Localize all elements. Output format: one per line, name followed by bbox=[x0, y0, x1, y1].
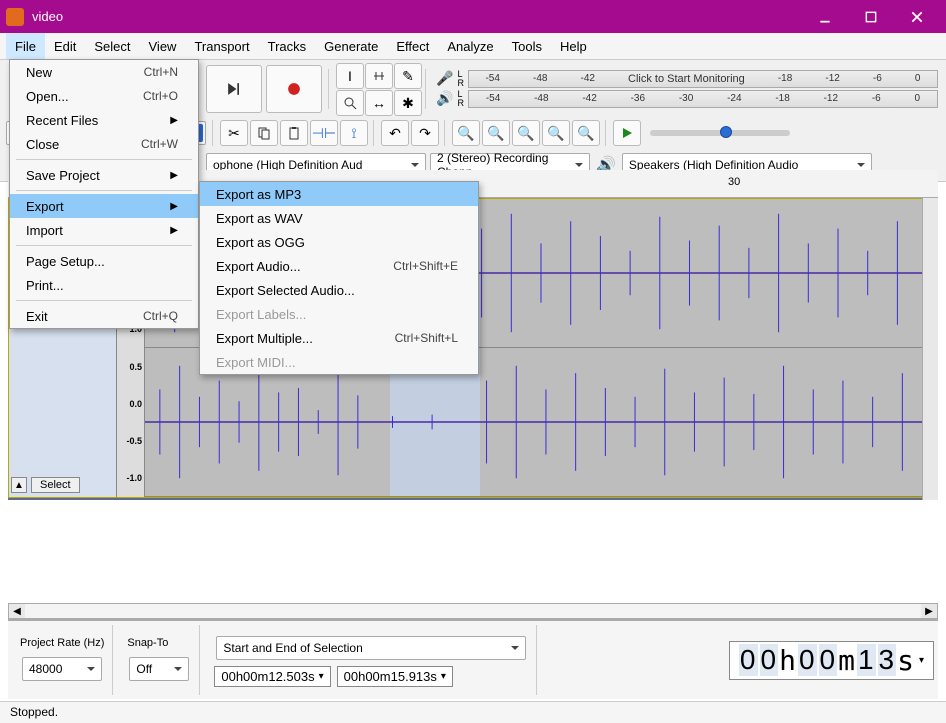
app-icon bbox=[6, 8, 24, 26]
draw-tool-icon[interactable]: ✎ bbox=[394, 63, 422, 89]
export-submenu-panel: Export as MP3Export as WAVExport as OGGE… bbox=[199, 181, 479, 375]
menu-item-open-[interactable]: Open...Ctrl+O bbox=[10, 84, 198, 108]
menu-file[interactable]: File bbox=[6, 33, 45, 59]
record-button[interactable] bbox=[266, 65, 322, 113]
window-title: video bbox=[32, 9, 802, 24]
menu-item-close[interactable]: CloseCtrl+W bbox=[10, 132, 198, 156]
skip-end-button[interactable] bbox=[206, 65, 262, 113]
trim-icon[interactable]: ⊣⊢ bbox=[310, 120, 338, 146]
menu-select[interactable]: Select bbox=[85, 33, 139, 59]
audio-position-display[interactable]: 00 h 00 m 13 s▾ bbox=[729, 641, 934, 680]
timeshift-tool-icon[interactable]: ↔ bbox=[365, 90, 393, 116]
meter-hint[interactable]: Click to Start Monitoring bbox=[628, 73, 745, 85]
horizontal-scrollbar[interactable]: ◀ ▶ bbox=[8, 603, 938, 619]
scroll-right-icon[interactable]: ▶ bbox=[921, 604, 937, 618]
multi-tool-icon[interactable]: ✱ bbox=[394, 90, 422, 116]
menu-analyze[interactable]: Analyze bbox=[438, 33, 502, 59]
menu-item-print-[interactable]: Print... bbox=[10, 273, 198, 297]
meter-lr-label-2: LR bbox=[457, 90, 464, 108]
chevron-down-icon[interactable]: ▾ bbox=[319, 671, 324, 682]
zoom-toggle-icon[interactable]: 🔍 bbox=[572, 120, 600, 146]
menu-view[interactable]: View bbox=[140, 33, 186, 59]
zoom-tool-icon[interactable] bbox=[336, 90, 364, 116]
selection-toolbar: Project Rate (Hz) 48000 Snap-To Off Star… bbox=[8, 619, 938, 699]
menu-item-export-labels-: Export Labels... bbox=[200, 302, 478, 326]
menu-item-exit[interactable]: ExitCtrl+Q bbox=[10, 304, 198, 328]
undo-icon[interactable]: ↶ bbox=[381, 120, 409, 146]
meter-lr-label: LR bbox=[457, 70, 464, 88]
menu-item-export-midi-: Export MIDI... bbox=[200, 350, 478, 374]
chevron-right-icon: ▶ bbox=[170, 225, 178, 236]
status-bar: Stopped. bbox=[0, 701, 946, 723]
silence-icon[interactable]: ⟟ bbox=[340, 120, 368, 146]
chevron-right-icon: ▶ bbox=[170, 170, 178, 181]
selection-mode-dropdown[interactable]: Start and End of Selection bbox=[216, 636, 526, 660]
menu-tools[interactable]: Tools bbox=[503, 33, 551, 59]
paste-icon[interactable] bbox=[280, 120, 308, 146]
selection-tool-icon[interactable]: I bbox=[336, 63, 364, 89]
speaker-icon: 🔊 bbox=[436, 90, 453, 107]
menu-item-export-as-wav[interactable]: Export as WAV bbox=[200, 206, 478, 230]
close-button[interactable] bbox=[894, 0, 940, 33]
track-select-button[interactable]: Select bbox=[31, 477, 80, 493]
menu-item-export-selected-audio-[interactable]: Export Selected Audio... bbox=[200, 278, 478, 302]
chevron-down-icon[interactable]: ▾ bbox=[919, 655, 925, 666]
menu-item-export-audio-[interactable]: Export Audio...Ctrl+Shift+E bbox=[200, 254, 478, 278]
envelope-tool-icon[interactable] bbox=[365, 63, 393, 89]
minimize-button[interactable] bbox=[802, 0, 848, 33]
menu-item-export-as-ogg[interactable]: Export as OGG bbox=[200, 230, 478, 254]
zoom-in-icon[interactable]: 🔍 bbox=[452, 120, 480, 146]
chevron-down-icon[interactable]: ▾ bbox=[441, 671, 446, 682]
zoom-fit-icon[interactable]: 🔍 bbox=[542, 120, 570, 146]
snap-to-label: Snap-To bbox=[127, 637, 191, 649]
recording-meter[interactable]: -54-48-42 Click to Start Monitoring -18-… bbox=[468, 70, 938, 88]
snap-to-dropdown[interactable]: Off bbox=[129, 657, 189, 681]
redo-icon[interactable]: ↷ bbox=[411, 120, 439, 146]
menu-item-new[interactable]: NewCtrl+N bbox=[10, 60, 198, 84]
menu-effect[interactable]: Effect bbox=[387, 33, 438, 59]
menu-generate[interactable]: Generate bbox=[315, 33, 387, 59]
menu-tracks[interactable]: Tracks bbox=[259, 33, 316, 59]
play-at-speed-icon[interactable] bbox=[613, 120, 641, 146]
zoom-out-icon[interactable]: 🔍 bbox=[482, 120, 510, 146]
playback-meter[interactable]: -54-48-42-36-30-24-18-12-60 bbox=[468, 90, 938, 108]
zoom-sel-icon[interactable]: 🔍 bbox=[512, 120, 540, 146]
menu-help[interactable]: Help bbox=[551, 33, 596, 59]
menu-edit[interactable]: Edit bbox=[45, 33, 85, 59]
menu-item-save-project[interactable]: Save Project▶ bbox=[10, 163, 198, 187]
selection-end-input[interactable]: 00h00m15.913s▾ bbox=[337, 666, 453, 687]
project-rate-dropdown[interactable]: 48000 bbox=[22, 657, 102, 681]
menu-item-page-setup-[interactable]: Page Setup... bbox=[10, 249, 198, 273]
play-speed-slider[interactable] bbox=[650, 130, 790, 136]
menu-item-import[interactable]: Import▶ bbox=[10, 218, 198, 242]
vertical-scrollbar[interactable] bbox=[922, 198, 938, 500]
menu-item-export-multiple-[interactable]: Export Multiple...Ctrl+Shift+L bbox=[200, 326, 478, 350]
scroll-left-icon[interactable]: ◀ bbox=[9, 604, 25, 618]
chevron-right-icon: ▶ bbox=[170, 201, 178, 212]
title-bar: video bbox=[0, 0, 946, 33]
status-text: Stopped. bbox=[10, 705, 58, 719]
copy-icon[interactable] bbox=[250, 120, 278, 146]
cut-icon[interactable]: ✂ bbox=[220, 120, 248, 146]
file-menu-panel: NewCtrl+NOpen...Ctrl+ORecent Files▶Close… bbox=[9, 59, 199, 329]
mic-icon: 🎤 bbox=[436, 70, 453, 87]
menu-item-recent-files[interactable]: Recent Files▶ bbox=[10, 108, 198, 132]
menu-bar: File Edit Select View Transport Tracks G… bbox=[0, 33, 946, 60]
selection-start-input[interactable]: 00h00m12.503s▾ bbox=[214, 666, 330, 687]
menu-item-export[interactable]: Export▶ bbox=[10, 194, 198, 218]
project-rate-label: Project Rate (Hz) bbox=[20, 637, 104, 649]
menu-transport[interactable]: Transport bbox=[185, 33, 258, 59]
maximize-button[interactable] bbox=[848, 0, 894, 33]
chevron-right-icon: ▶ bbox=[170, 115, 178, 126]
timeline-tick: 30 bbox=[728, 176, 740, 188]
collapse-button[interactable]: ▲ bbox=[11, 477, 27, 493]
menu-item-export-as-mp-[interactable]: Export as MP3 bbox=[200, 182, 478, 206]
